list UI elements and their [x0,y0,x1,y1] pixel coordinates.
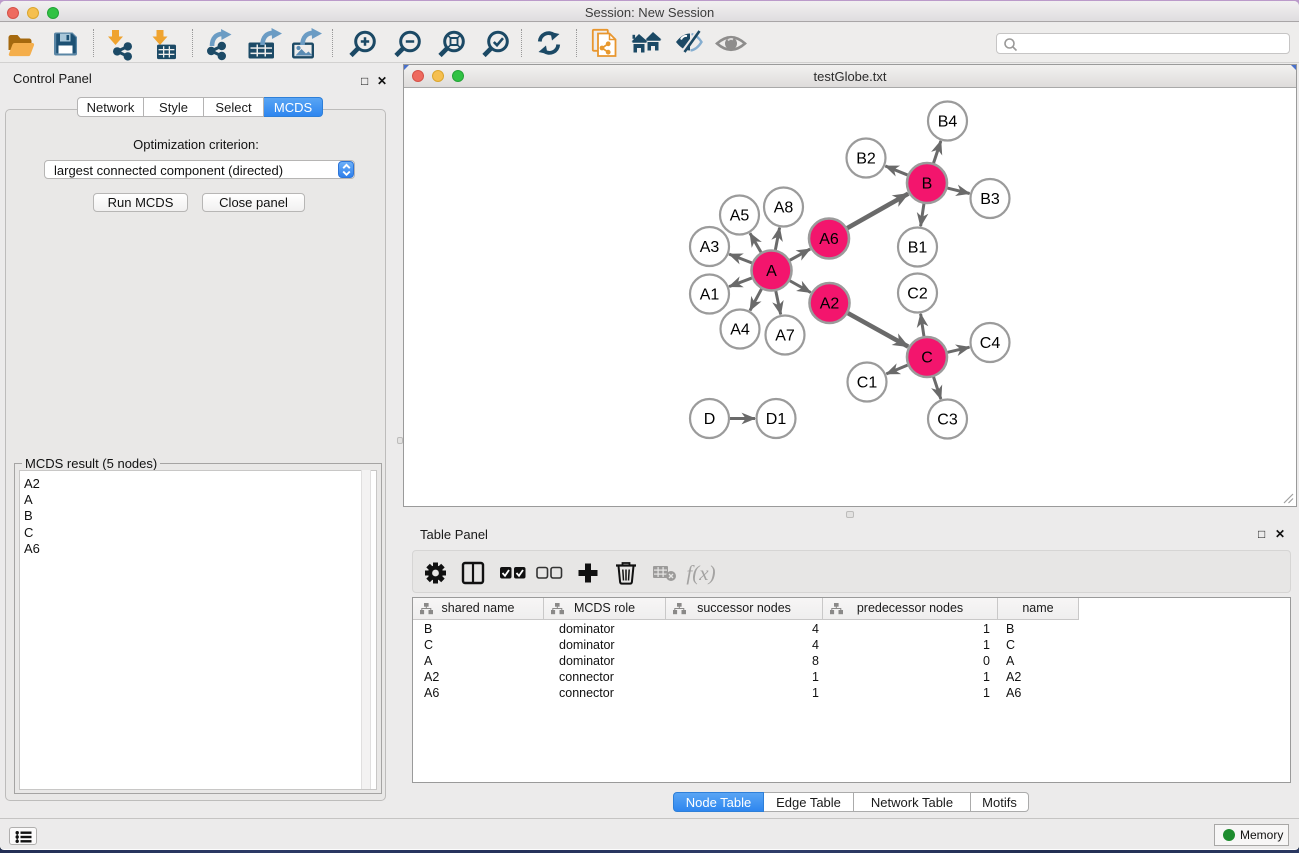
svg-text:A2: A2 [820,296,840,313]
svg-text:C4: C4 [980,335,1001,352]
svg-text:C: C [921,350,933,367]
svg-text:D1: D1 [766,411,787,428]
svg-text:D: D [704,411,716,428]
svg-text:A1: A1 [700,287,720,304]
svg-text:B: B [922,176,933,193]
svg-text:A4: A4 [730,322,750,339]
svg-text:A: A [766,263,777,280]
svg-text:C1: C1 [857,375,878,392]
svg-text:B4: B4 [938,114,958,131]
svg-text:B3: B3 [980,191,1000,208]
svg-text:C3: C3 [937,412,958,429]
svg-text:B1: B1 [908,240,928,257]
svg-text:A8: A8 [774,200,794,217]
svg-text:B2: B2 [856,151,876,168]
svg-text:C2: C2 [907,286,928,303]
svg-text:f(x): f(x) [686,561,715,585]
svg-text:A6: A6 [819,231,839,248]
svg-text:A3: A3 [700,239,720,256]
svg-text:A5: A5 [730,208,750,225]
svg-text:A7: A7 [775,328,795,345]
